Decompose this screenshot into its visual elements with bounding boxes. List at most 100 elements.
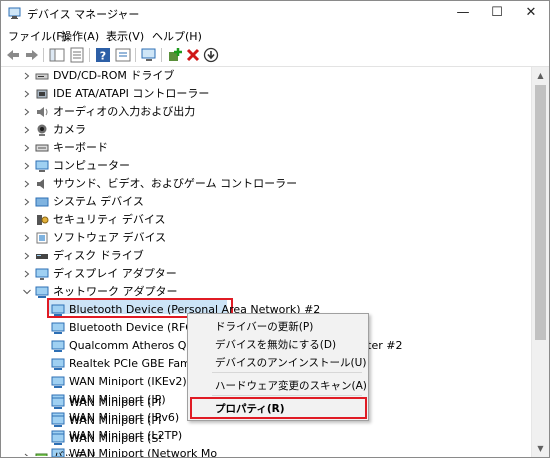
toolbar-separator <box>135 48 136 62</box>
tree-category-ide[interactable]: IDE ATA/ATAPI コントローラー <box>1 85 521 103</box>
tree-category-keyboard[interactable]: キーボード <box>1 139 521 157</box>
collapse-chevron-icon[interactable] <box>22 283 32 301</box>
expand-chevron-icon[interactable] <box>22 67 32 85</box>
battery-icon <box>35 453 48 456</box>
tree-category-label: システム デバイス <box>53 195 144 208</box>
tree-category-dvd[interactable]: DVD/CD-ROM ドライブ <box>1 67 521 85</box>
software-device-icon <box>36 232 48 244</box>
expand-chevron-icon[interactable] <box>22 265 32 283</box>
network-device-label: WAN Miniport (PPPOE) <box>69 396 161 409</box>
menu-bar: ファイル(F) 操作(A) 表示(V) ヘルプ(H) <box>1 25 549 44</box>
close-button[interactable]: ✕ <box>514 1 548 25</box>
properties-sheet-icon[interactable] <box>69 47 85 63</box>
disk-drive-icon <box>36 254 48 259</box>
add-driver-icon[interactable] <box>167 47 183 63</box>
title-bar[interactable]: デバイス マネージャー — ☐ ✕ <box>1 1 549 25</box>
tree-category-display[interactable]: ディスプレイ アダプター <box>1 265 521 283</box>
toolbar: ? <box>1 44 549 67</box>
network-device-label: WAN Miniport (PPTP) <box>69 414 161 427</box>
menu-item-disable-device[interactable]: デバイスを無効にする(D) <box>215 337 336 352</box>
device-manager-icon <box>8 7 21 19</box>
minimize-button[interactable]: — <box>446 1 480 25</box>
tree-category-label: オーディオの入力および出力 <box>53 105 196 118</box>
view-list-icon[interactable] <box>115 47 131 63</box>
network-device-icon <box>51 433 65 445</box>
camera-icon <box>37 124 47 136</box>
network-device-item[interactable]: WAN Miniport (PPTP) <box>1 412 161 430</box>
tree-category-battery[interactable]: バッテリ <box>1 448 161 456</box>
expand-chevron-icon[interactable] <box>22 247 32 265</box>
tree-category-label: サウンド、ビデオ、およびゲーム コントローラー <box>53 177 298 190</box>
tree-category-audio[interactable]: オーディオの入力および出力 <box>1 103 521 121</box>
toolbar-separator <box>89 48 90 62</box>
expand-chevron-icon[interactable] <box>22 157 32 175</box>
device-manager-window: デバイス マネージャー — ☐ ✕ ファイル(F) 操作(A) 表示(V) ヘル… <box>0 0 550 458</box>
menu-file[interactable]: ファイル(F) <box>8 28 67 44</box>
expand-chevron-icon[interactable] <box>22 103 32 121</box>
tree-category-label: DVD/CD-ROM ドライブ <box>53 69 175 82</box>
menu-separator <box>212 395 362 396</box>
console-tree-icon[interactable] <box>49 47 65 63</box>
tree-category-label: バッテリ <box>53 448 97 456</box>
tree-category-computer[interactable]: コンピューター <box>1 157 521 175</box>
toolbar-separator <box>43 48 44 62</box>
expand-chevron-icon[interactable] <box>22 85 32 103</box>
expand-chevron-icon[interactable] <box>22 229 32 247</box>
network-device-icon <box>51 376 65 388</box>
help-icon[interactable]: ? <box>95 47 111 63</box>
menu-help[interactable]: ヘルプ(H) <box>152 28 202 44</box>
scroll-up-arrow-icon[interactable]: ▲ <box>532 67 549 84</box>
tree-category-system[interactable]: システム デバイス <box>1 193 521 211</box>
network-device-icon <box>51 397 65 409</box>
tree-category-camera[interactable]: カメラ <box>1 121 521 139</box>
sound-icon <box>37 179 44 189</box>
network-device-item[interactable]: WAN Miniport (PPPOE) <box>1 394 161 412</box>
menu-item-uninstall-device[interactable]: デバイスのアンインストール(U) <box>215 355 366 370</box>
network-device-label: WAN Miniport (IKEv2) <box>69 375 187 388</box>
vertical-scrollbar[interactable]: ▲ ▼ <box>531 67 549 457</box>
menu-item-update-driver[interactable]: ドライバーの更新(P) <box>215 319 313 334</box>
network-device-icon <box>51 358 65 370</box>
tree-category-label: ディスプレイ アダプター <box>53 267 177 280</box>
expand-chevron-icon[interactable] <box>22 448 32 456</box>
audio-icon <box>37 107 48 117</box>
maximize-button[interactable]: ☐ <box>480 1 514 25</box>
expand-chevron-icon[interactable] <box>22 211 32 229</box>
tree-category-sound[interactable]: サウンド、ビデオ、およびゲーム コントローラー <box>1 175 521 193</box>
expand-chevron-icon[interactable] <box>22 139 32 157</box>
tree-category-disk[interactable]: ディスク ドライブ <box>1 247 521 265</box>
network-adapter-icon <box>35 286 49 298</box>
tree-category-label: カメラ <box>53 123 86 136</box>
scrollbar-thumb[interactable] <box>535 85 546 340</box>
dvd-drive-icon <box>35 73 49 80</box>
menu-item-scan-hardware[interactable]: ハードウェア変更のスキャン(A) <box>215 378 367 393</box>
expand-chevron-icon[interactable] <box>22 121 32 139</box>
network-device-item[interactable]: WAN Miniport (SSTP) <box>1 430 161 448</box>
keyboard-icon <box>35 144 49 152</box>
expand-chevron-icon[interactable] <box>22 175 32 193</box>
menu-action[interactable]: 操作(A) <box>61 28 99 44</box>
display-adapter-icon <box>35 268 49 280</box>
back-arrow-icon[interactable] <box>5 47 21 63</box>
monitor-scan-icon[interactable] <box>141 47 157 63</box>
tree-category-label: ソフトウェア デバイス <box>53 231 167 244</box>
tree-category-label: セキュリティ デバイス <box>53 213 166 226</box>
menu-item-properties[interactable]: プロパティ(R) <box>215 401 285 416</box>
svg-text:?: ? <box>100 50 106 63</box>
expand-chevron-icon[interactable] <box>22 193 32 211</box>
scroll-down-arrow-icon[interactable]: ▼ <box>532 440 549 457</box>
tree-category-label: ディスク ドライブ <box>53 249 144 262</box>
security-device-icon <box>37 215 49 225</box>
tree-category-security[interactable]: セキュリティ デバイス <box>1 211 521 229</box>
menu-view[interactable]: 表示(V) <box>106 28 144 44</box>
tree-category-label: コンピューター <box>53 159 130 172</box>
tree-tail-rows: WAN Miniport (PPPOE) WAN Miniport (PPTP)… <box>1 394 161 456</box>
tree-category-label: ネットワーク アダプター <box>53 285 178 298</box>
tree-category-software[interactable]: ソフトウェア デバイス <box>1 229 521 247</box>
uninstall-x-icon[interactable] <box>185 47 201 63</box>
network-device-icon <box>51 322 65 334</box>
forward-arrow-icon[interactable] <box>24 47 40 63</box>
update-download-icon[interactable] <box>203 47 219 63</box>
menu-separator <box>212 372 362 373</box>
tree-category-network[interactable]: ネットワーク アダプター <box>1 283 521 301</box>
